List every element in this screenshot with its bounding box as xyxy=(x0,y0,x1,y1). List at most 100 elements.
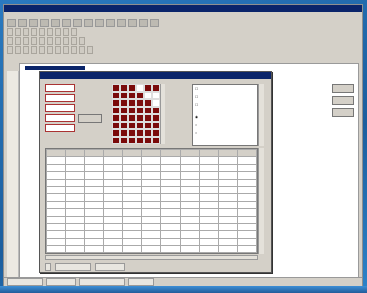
checkbox-option[interactable]: ☐ xyxy=(193,85,257,93)
grid-cell[interactable] xyxy=(128,121,136,129)
grid-cell[interactable] xyxy=(128,136,136,144)
options-scrollbar[interactable] xyxy=(258,84,264,146)
dialog-title-bar[interactable] xyxy=(40,72,271,79)
checkbox-option[interactable]: ☐ xyxy=(193,93,257,101)
column-header[interactable] xyxy=(103,149,124,158)
table-row[interactable] xyxy=(46,185,257,195)
redo-icon[interactable] xyxy=(106,19,115,27)
grid-cell[interactable] xyxy=(144,99,152,107)
toolbar-button[interactable] xyxy=(39,46,45,54)
toolbar-button[interactable] xyxy=(23,46,29,54)
chart-icon[interactable] xyxy=(117,19,126,27)
field-label[interactable] xyxy=(45,104,75,112)
column-header[interactable] xyxy=(198,149,219,158)
column-header[interactable] xyxy=(122,149,143,158)
table-row[interactable] xyxy=(46,230,257,239)
grid-cell[interactable] xyxy=(144,84,152,92)
toolbar-button[interactable] xyxy=(87,46,93,54)
column-header[interactable] xyxy=(141,149,162,158)
zoom-icon[interactable] xyxy=(139,19,148,27)
grid-cell[interactable] xyxy=(112,114,120,122)
table-row[interactable] xyxy=(46,215,257,224)
radio-option[interactable]: ◉ xyxy=(193,113,257,121)
toolbar-button[interactable] xyxy=(31,37,37,45)
table-row[interactable] xyxy=(46,237,257,247)
toolbar-button[interactable] xyxy=(71,46,77,54)
toolbar-button[interactable] xyxy=(31,28,37,36)
toolbar-button[interactable] xyxy=(55,37,61,45)
toolbar-button[interactable] xyxy=(39,37,45,45)
field-label[interactable] xyxy=(45,124,75,132)
grid-cell[interactable] xyxy=(152,121,160,129)
help-icon[interactable] xyxy=(150,19,159,27)
toolbar-button[interactable] xyxy=(15,37,21,45)
grid-cell[interactable] xyxy=(152,129,160,137)
table-scrollbar[interactable] xyxy=(258,148,264,254)
side-button[interactable] xyxy=(332,96,354,105)
grid-cell[interactable] xyxy=(136,91,144,99)
grid-cell[interactable] xyxy=(136,114,144,122)
grid-cell[interactable] xyxy=(128,106,136,114)
grid-cell[interactable] xyxy=(136,121,144,129)
toolbar-button[interactable] xyxy=(7,37,13,45)
toolbar-button[interactable] xyxy=(47,46,53,54)
new-icon[interactable] xyxy=(7,19,16,27)
toolbar-button[interactable] xyxy=(39,28,45,36)
grid-cell[interactable] xyxy=(112,136,120,144)
grid-cell[interactable] xyxy=(152,99,160,107)
radio-option[interactable]: ○ xyxy=(193,121,257,129)
toolbar-button[interactable] xyxy=(71,28,77,36)
column-header[interactable] xyxy=(160,149,181,158)
toolbar-button[interactable] xyxy=(79,37,85,45)
grid-cell[interactable] xyxy=(120,91,128,99)
grid-scrollbar[interactable] xyxy=(160,84,165,144)
grid-cell[interactable] xyxy=(112,99,120,107)
checkbox-option[interactable]: ☐ xyxy=(193,101,257,109)
grid-cell[interactable] xyxy=(128,129,136,137)
toolbar-button[interactable] xyxy=(7,46,13,54)
toolbar-button[interactable] xyxy=(55,28,61,36)
toolbar-button[interactable] xyxy=(31,46,37,54)
grid-cell[interactable] xyxy=(144,106,152,114)
column-header[interactable] xyxy=(236,149,257,158)
grid-cell[interactable] xyxy=(136,84,144,92)
grid-cell[interactable] xyxy=(112,121,120,129)
column-header[interactable] xyxy=(179,149,200,158)
grid-cell[interactable] xyxy=(120,129,128,137)
grid-cell[interactable] xyxy=(144,121,152,129)
grid-cell[interactable] xyxy=(120,121,128,129)
toolbar-button[interactable] xyxy=(79,46,85,54)
grid-cell[interactable] xyxy=(128,84,136,92)
save-icon[interactable] xyxy=(29,19,38,27)
grid-cell[interactable] xyxy=(152,114,160,122)
toolbar-button[interactable] xyxy=(23,28,29,36)
grid-cell[interactable] xyxy=(144,129,152,137)
print-icon[interactable] xyxy=(40,19,49,27)
column-header[interactable] xyxy=(65,149,86,158)
field-label[interactable] xyxy=(45,114,75,122)
field-label[interactable] xyxy=(45,94,75,102)
toolbar-button[interactable] xyxy=(71,37,77,45)
grid-cell[interactable] xyxy=(112,106,120,114)
grid-cell[interactable] xyxy=(152,91,160,99)
toolbar-button[interactable] xyxy=(63,46,69,54)
column-header[interactable] xyxy=(46,149,67,158)
table-row[interactable] xyxy=(46,178,257,187)
grid-cell[interactable] xyxy=(136,136,144,144)
side-button[interactable] xyxy=(332,84,354,93)
table-row[interactable] xyxy=(46,245,257,253)
app-title-bar[interactable] xyxy=(4,5,362,12)
horizontal-scrollbar[interactable] xyxy=(45,255,258,260)
grid-cell[interactable] xyxy=(120,84,128,92)
grid-cell[interactable] xyxy=(112,91,120,99)
table-row[interactable] xyxy=(46,252,257,253)
toolbar-button[interactable] xyxy=(23,37,29,45)
column-header[interactable] xyxy=(217,149,238,158)
toolbar-button[interactable] xyxy=(15,28,21,36)
grid-cell[interactable] xyxy=(136,129,144,137)
bottom-field[interactable] xyxy=(55,263,91,271)
grid-cell[interactable] xyxy=(128,91,136,99)
table-row[interactable] xyxy=(46,222,257,232)
sort-icon[interactable] xyxy=(128,19,137,27)
grid-cell[interactable] xyxy=(136,106,144,114)
